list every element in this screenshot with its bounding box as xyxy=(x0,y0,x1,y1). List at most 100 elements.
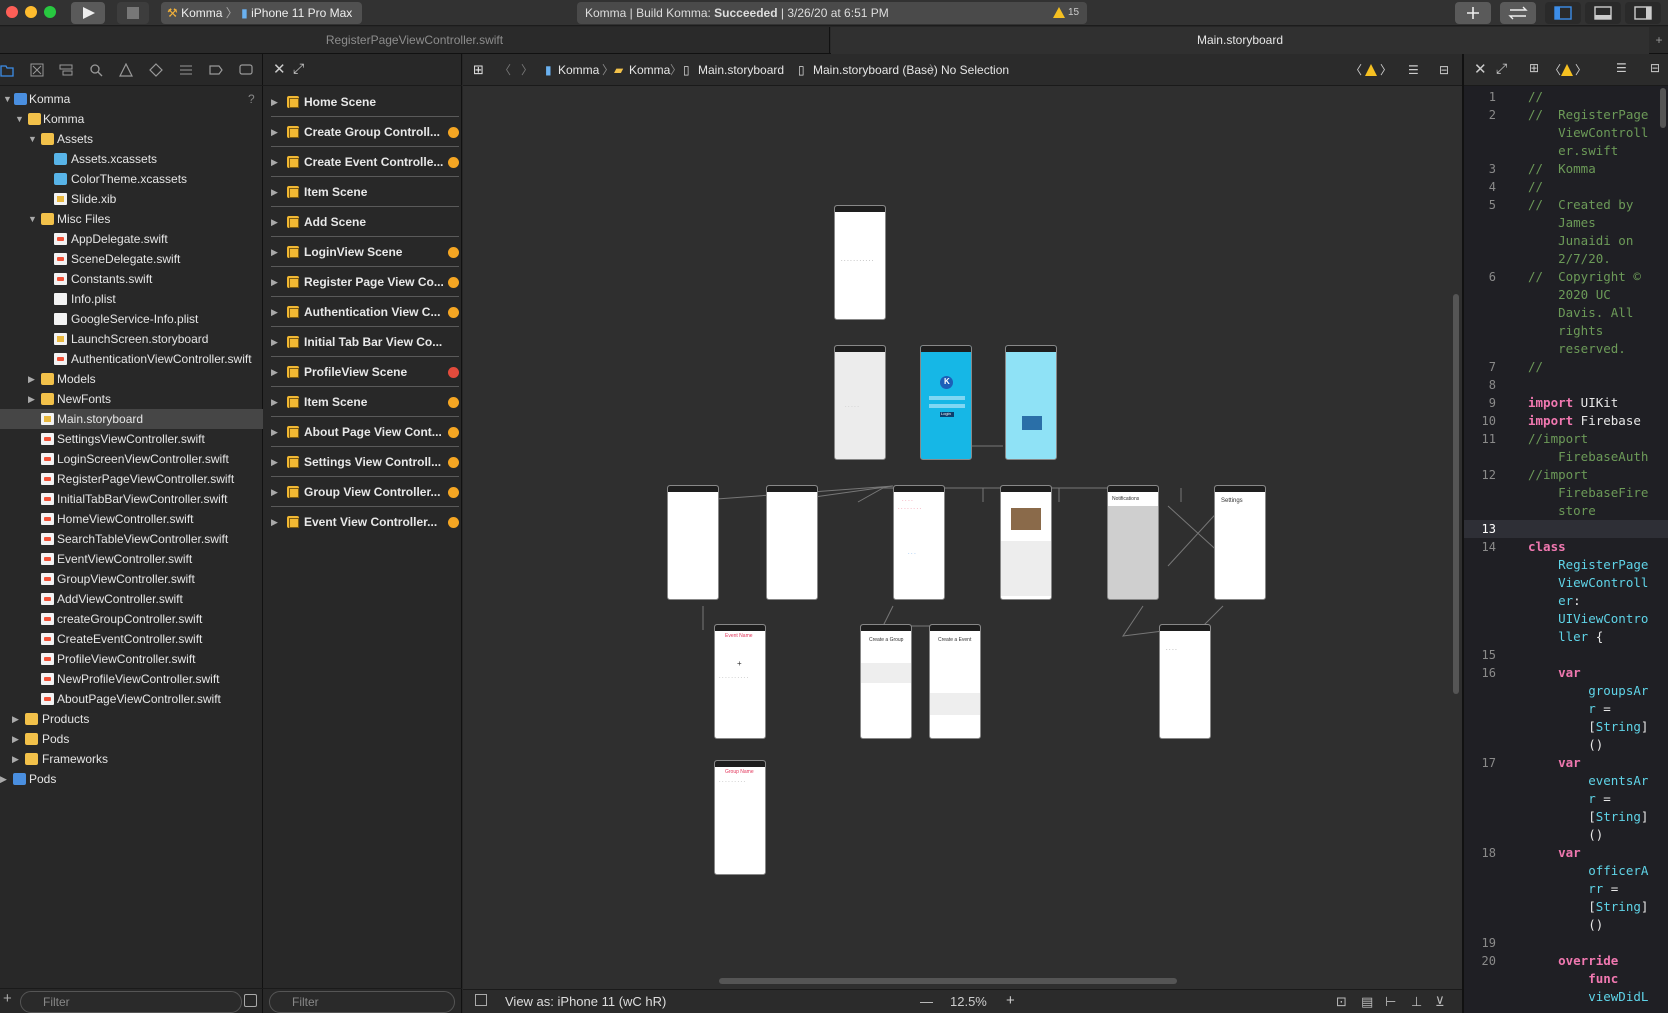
tree-row-file[interactable]: AboutPageViewController.swift xyxy=(0,689,263,709)
disclosure-closed-icon[interactable]: ▶ xyxy=(271,387,278,417)
scene-profile[interactable] xyxy=(1000,485,1052,600)
zoom-window-button[interactable] xyxy=(44,6,56,18)
storyboard-canvas[interactable]: ⊞ 〈 〉 ▮ Komma 〉 ▰ Komma 〉 ▯ Main.storybo… xyxy=(463,54,1462,1013)
folder-icon[interactable] xyxy=(0,63,14,77)
tree-row-file[interactable]: Constants.swift xyxy=(0,269,263,289)
disclosure-open-icon[interactable]: ▼ xyxy=(3,89,12,109)
scene-notifications[interactable]: Notifications xyxy=(1107,485,1159,600)
warning-badge-icon[interactable] xyxy=(448,397,459,408)
tree-row-file[interactable]: Info.plist xyxy=(0,289,263,309)
outline-toggle-icon[interactable] xyxy=(475,994,487,1006)
add-tab-button[interactable]: + xyxy=(1650,27,1668,54)
code-line[interactable]: //import FirebaseFire store xyxy=(1528,466,1666,520)
outline-scene[interactable]: ▶ Create Event Controlle... xyxy=(271,147,459,177)
breadcrumb-project[interactable]: Komma xyxy=(558,63,599,77)
tree-row-group[interactable]: ▶ Products xyxy=(0,709,263,729)
disclosure-closed-icon[interactable]: ▶ xyxy=(271,237,278,267)
code-line[interactable]: // Copyright © 2020 UC Davis. All rights… xyxy=(1528,268,1666,358)
tree-row-file[interactable]: Slide.xib xyxy=(0,189,263,209)
resolve-issues-icon[interactable]: ⊻ xyxy=(1435,994,1445,1010)
test-icon[interactable] xyxy=(149,63,163,77)
close-window-button[interactable] xyxy=(6,6,18,18)
tree-row-file[interactable]: SearchTableViewController.swift xyxy=(0,529,263,549)
update-frames-icon[interactable]: ⊡ xyxy=(1336,994,1347,1010)
outline-scene[interactable]: ▶ Home Scene xyxy=(271,87,459,117)
disclosure-closed-icon[interactable]: ▶ xyxy=(0,769,7,789)
tree-row-file[interactable]: SceneDelegate.swift xyxy=(0,249,263,269)
report-icon[interactable] xyxy=(239,63,253,77)
tree-row-file[interactable]: CreateEventController.swift xyxy=(0,629,263,649)
navigator-filter-input[interactable]: Filter xyxy=(20,991,242,1013)
expand-icon[interactable]: ⤢ xyxy=(1496,60,1507,77)
disclosure-closed-icon[interactable]: ▶ xyxy=(271,267,278,297)
warning-badge-icon[interactable] xyxy=(448,517,459,528)
tree-row-file[interactable]: InitialTabBarViewController.swift xyxy=(0,489,263,509)
disclosure-closed-icon[interactable]: ▶ xyxy=(12,729,19,749)
disclosure-closed-icon[interactable]: ▶ xyxy=(28,369,35,389)
embed-icon[interactable]: ▤ xyxy=(1361,994,1373,1010)
tree-row-file[interactable]: HomeViewController.swift xyxy=(0,509,263,529)
zoom-out-button[interactable]: — xyxy=(920,994,933,1009)
tree-row-file[interactable]: ColorTheme.xcassets xyxy=(0,169,263,189)
toggle-inspector-button[interactable] xyxy=(1625,2,1661,24)
add-editor-icon[interactable]: ⊟ xyxy=(1439,63,1449,77)
code-line[interactable]: // RegisterPage ViewControll er.swift xyxy=(1528,106,1666,160)
disclosure-open-icon[interactable]: ▼ xyxy=(28,129,37,149)
disclosure-closed-icon[interactable]: ▶ xyxy=(271,117,278,147)
tree-row-group[interactable]: ▼ Assets xyxy=(0,129,263,149)
tab-main-storyboard[interactable]: Main.storyboard xyxy=(831,27,1649,54)
warning-badge-icon[interactable] xyxy=(448,307,459,318)
scene-launch[interactable]: · · · · · · · · · · · xyxy=(834,205,886,320)
next-issue-icon[interactable]: 〉 xyxy=(1380,63,1392,77)
scene-create-group[interactable]: Create a Group xyxy=(860,624,912,739)
outline-scene[interactable]: ▶ LoginView Scene xyxy=(271,237,459,267)
tree-row-file[interactable]: EventViewController.swift xyxy=(0,549,263,569)
warning-icon[interactable] xyxy=(1560,63,1574,77)
search-icon[interactable] xyxy=(89,63,103,77)
code-line[interactable]: var officerA rr = [String] () xyxy=(1528,844,1666,934)
minimize-window-button[interactable] xyxy=(25,6,37,18)
scene-group[interactable]: Group Name · · · · · · · · · xyxy=(714,760,766,875)
assistant-editor[interactable]: ✕ ⤢ ⊞ 〈 〉 ☰ ⊟ 1 // 2 // RegisterPage ViewCo… xyxy=(1462,54,1668,1013)
code-line[interactable]: // Created by James Junaidi on 2/7/20. xyxy=(1528,196,1666,268)
warning-count[interactable]: 15 xyxy=(1068,2,1079,24)
close-icon[interactable]: ✕ xyxy=(1474,60,1487,78)
breadcrumb-group[interactable]: Komma xyxy=(629,63,670,77)
help-icon[interactable]: ? xyxy=(248,89,255,109)
disclosure-closed-icon[interactable]: ▶ xyxy=(271,507,278,537)
tree-row-file[interactable]: LaunchScreen.storyboard xyxy=(0,329,263,349)
disclosure-closed-icon[interactable]: ▶ xyxy=(271,177,278,207)
forward-arrow-icon[interactable]: 〉 xyxy=(521,63,533,77)
symbol-icon[interactable] xyxy=(59,63,73,77)
tree-row-file[interactable]: LoginScreenViewController.swift xyxy=(0,449,263,469)
scene-add[interactable]: · · · · · · · · · · · · · · · xyxy=(893,485,945,600)
tree-row-file[interactable]: AddViewController.swift xyxy=(0,589,263,609)
scene-settings[interactable]: Settings xyxy=(1214,485,1266,600)
issue-icon[interactable] xyxy=(119,63,133,77)
debug-icon[interactable] xyxy=(179,63,193,77)
outline-scene[interactable]: ▶ About Page View Cont... xyxy=(271,417,459,447)
scheme-selector[interactable]: ⚒ Komma 〉 ▮ iPhone 11 Pro Max xyxy=(161,2,362,24)
code-line[interactable]: import UIKit xyxy=(1528,394,1666,412)
tab-register-page-controller[interactable]: RegisterPageViewController.swift xyxy=(0,27,830,54)
outline-scene[interactable]: ▶ ProfileView Scene xyxy=(271,357,459,387)
outline-scene[interactable]: ▶ Initial Tab Bar View Co... xyxy=(271,327,459,357)
tree-row-file[interactable]: AuthenticationViewController.swift xyxy=(0,349,263,369)
related-items-icon[interactable]: ⊞ xyxy=(1529,61,1539,75)
tree-row-group[interactable]: ▶ NewFonts xyxy=(0,389,263,409)
toggle-debug-button[interactable] xyxy=(1585,2,1621,24)
outline-scene[interactable]: ▶ Add Scene xyxy=(271,207,459,237)
warning-icon[interactable] xyxy=(1364,63,1378,77)
zoom-in-button[interactable]: + xyxy=(1006,992,1015,1009)
back-arrow-icon[interactable]: 〈 xyxy=(499,63,511,77)
code-line[interactable]: // xyxy=(1528,358,1666,376)
scene-event[interactable]: Event Name + · · · · · · · · · · xyxy=(714,624,766,739)
next-issue-icon[interactable]: 〉 xyxy=(1575,61,1587,78)
warning-badge-icon[interactable] xyxy=(448,277,459,288)
tree-row-group[interactable]: ▶ Frameworks xyxy=(0,749,263,769)
expand-icon[interactable]: ⤢ xyxy=(293,60,304,77)
outline-scene[interactable]: ▶ Group View Controller... xyxy=(271,477,459,507)
disclosure-closed-icon[interactable]: ▶ xyxy=(12,749,19,769)
disclosure-closed-icon[interactable]: ▶ xyxy=(271,87,278,117)
scene-about[interactable]: · · · · xyxy=(1159,624,1211,739)
